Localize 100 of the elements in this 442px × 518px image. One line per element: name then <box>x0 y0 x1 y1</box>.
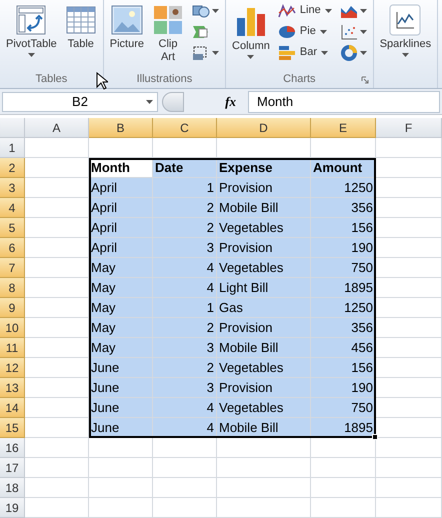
table-cell: 3 <box>153 338 217 358</box>
table-cell: Light Bill <box>217 278 311 298</box>
formula-field[interactable]: Month <box>248 90 440 112</box>
table-cell: 156 <box>311 358 376 378</box>
table-cell: 4 <box>153 418 217 438</box>
row-header[interactable]: 6 <box>0 238 25 258</box>
table-cell: 1 <box>153 298 217 318</box>
caret-icon <box>321 50 328 54</box>
table-cell: May <box>89 258 153 278</box>
function-label[interactable]: fx <box>188 92 244 112</box>
splitter-handle[interactable] <box>162 92 184 112</box>
pivot-table-icon <box>15 4 48 36</box>
table-cell: May <box>89 338 153 358</box>
ribbon-button[interactable]: Bar <box>276 42 334 63</box>
ribbon-button[interactable]: Table <box>62 0 99 68</box>
table-cell: 3 <box>153 378 217 398</box>
row-header[interactable]: 2 <box>0 158 25 178</box>
clip-art-icon <box>152 4 184 36</box>
row-header[interactable]: 17 <box>0 458 25 478</box>
ribbon-button[interactable]: Column <box>230 0 272 68</box>
table-cell: 4 <box>153 258 217 278</box>
donut-chart-icon <box>340 44 358 60</box>
caret-icon <box>360 30 367 34</box>
table-cell: Date <box>153 158 217 178</box>
name-box[interactable]: B2 <box>2 92 158 112</box>
line-chart-icon <box>278 2 296 18</box>
table-cell: 2 <box>153 218 217 238</box>
table-cell: 750 <box>311 258 376 278</box>
column-header[interactable]: F <box>376 118 442 138</box>
table-cell: 4 <box>153 278 217 298</box>
dialog-launcher-icon[interactable] <box>360 76 369 84</box>
ribbon-button[interactable]: Clip Art <box>150 0 186 68</box>
row-header[interactable]: 13 <box>0 378 25 398</box>
table-cell: 190 <box>311 378 376 398</box>
table-cell: April <box>89 218 153 238</box>
row-header[interactable]: 12 <box>0 358 25 378</box>
picture-icon <box>110 4 143 36</box>
table-cell: Gas <box>217 298 311 318</box>
table-cell: Provision <box>217 318 311 338</box>
column-header[interactable]: E <box>311 118 376 138</box>
column-header[interactable]: D <box>217 118 311 138</box>
table-cell: 156 <box>311 218 376 238</box>
table-cell: 1 <box>153 178 217 198</box>
table-cell: June <box>89 378 153 398</box>
row-header[interactable]: 19 <box>0 498 25 518</box>
table-cell: 1895 <box>311 278 376 298</box>
table-cell: Vegetables <box>217 258 311 278</box>
row-header[interactable]: 7 <box>0 258 25 278</box>
row-header[interactable]: 10 <box>0 318 25 338</box>
table-cell: 1250 <box>311 298 376 318</box>
table-cell: Vegetables <box>217 398 311 418</box>
table-cell: 356 <box>311 318 376 338</box>
table-cell: 356 <box>311 198 376 218</box>
column-header[interactable]: A <box>25 118 89 138</box>
row-header[interactable]: 4 <box>0 198 25 218</box>
table-cell: 2 <box>153 358 217 378</box>
caret-icon <box>360 50 367 54</box>
caret-icon <box>324 8 332 12</box>
table-cell: Mobile Bill <box>217 338 311 358</box>
table-cell: June <box>89 358 153 378</box>
ribbon-button[interactable]: PivotTable <box>4 0 59 68</box>
ribbon-button[interactable]: Sparklines <box>378 0 434 68</box>
table-cell: Provision <box>217 238 311 258</box>
sparkline-icon <box>389 4 422 36</box>
table-cell: Provision <box>217 178 311 198</box>
caret-icon <box>320 30 327 34</box>
row-header[interactable]: 1 <box>0 138 25 158</box>
table-cell: Provision <box>217 378 311 398</box>
row-header[interactable]: 9 <box>0 298 25 318</box>
ribbon-button[interactable]: Pie <box>276 21 334 42</box>
table-icon <box>64 4 97 36</box>
column-header[interactable]: C <box>153 118 217 138</box>
row-header[interactable]: 15 <box>0 418 25 438</box>
table-cell: 3 <box>153 238 217 258</box>
table-cell: April <box>89 198 153 218</box>
row-header[interactable]: 16 <box>0 438 25 458</box>
table-cell: Expense <box>217 158 311 178</box>
caret-icon <box>247 55 254 59</box>
table-cell: May <box>89 318 153 338</box>
row-header[interactable]: 14 <box>0 398 25 418</box>
group-label: Charts <box>283 72 316 87</box>
ribbon-button[interactable]: Line <box>276 0 334 21</box>
pie-chart-icon <box>278 24 296 40</box>
row-header[interactable]: 3 <box>0 178 25 198</box>
table-cell: April <box>89 238 153 258</box>
table-cell: 456 <box>311 338 376 358</box>
column-header[interactable]: B <box>89 118 153 138</box>
row-header[interactable]: 11 <box>0 338 25 358</box>
row-header[interactable]: 8 <box>0 278 25 298</box>
table-cell: Vegetables <box>217 358 311 378</box>
table-cell: 2 <box>153 318 217 338</box>
dropdown-caret-icon <box>146 100 153 104</box>
mouse-cursor-icon <box>96 72 108 90</box>
row-header[interactable]: 5 <box>0 218 25 238</box>
group-label: Tables <box>35 72 68 87</box>
row-header[interactable]: 18 <box>0 478 25 498</box>
table-cell: April <box>89 178 153 198</box>
ribbon-button[interactable]: Picture <box>108 0 146 68</box>
table-cell: May <box>89 278 153 298</box>
table-cell: 190 <box>311 238 376 258</box>
